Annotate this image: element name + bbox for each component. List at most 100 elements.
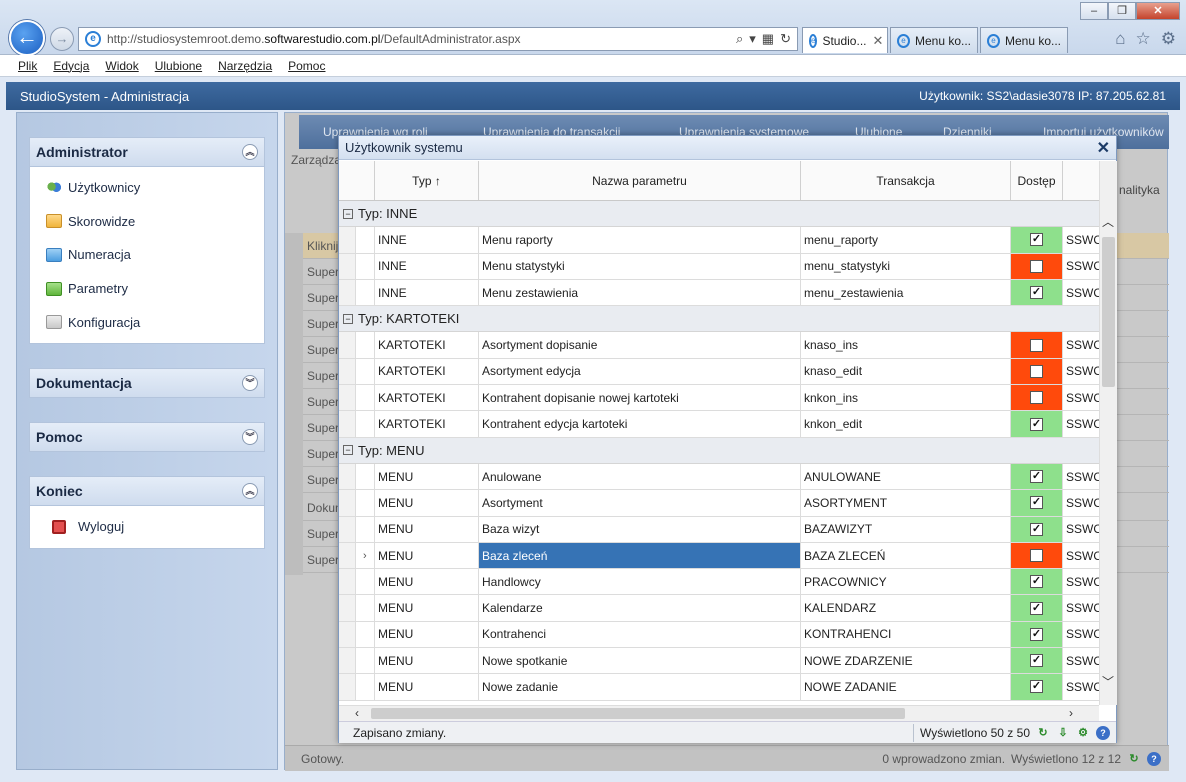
- column-header-typ[interactable]: Typ ↑: [375, 161, 479, 200]
- cell-transakcja[interactable]: NOWE ZADANIE: [801, 674, 1011, 700]
- cell-transakcja[interactable]: BAZAWIZYT: [801, 516, 1011, 542]
- settings-icon[interactable]: ⚙: [1076, 726, 1090, 740]
- table-row[interactable]: INNEMenu statystykimenu_statystyki SSWO: [339, 253, 1099, 280]
- cell-nazwa[interactable]: Anulowane: [479, 463, 801, 490]
- cell-dostep[interactable]: ✓: [1011, 463, 1063, 490]
- table-row[interactable]: KARTOTEKIAsortyment edycjaknaso_edit SSWO: [339, 358, 1099, 386]
- cell-typ[interactable]: MENU: [375, 569, 479, 595]
- cell-transakcja[interactable]: PRACOWNICY: [801, 569, 1011, 595]
- expand-down-icon[interactable]: ︾: [242, 428, 258, 445]
- row-indicator[interactable]: [339, 648, 375, 674]
- cell-dostep[interactable]: ✓: [1011, 516, 1063, 542]
- cell-typ[interactable]: KARTOTEKI: [375, 411, 479, 437]
- access-checkbox[interactable]: ✓: [1030, 680, 1043, 694]
- menu-widok[interactable]: Widok: [105, 59, 138, 73]
- compat-icon[interactable]: ▦: [762, 31, 774, 47]
- access-checkbox[interactable]: ✓: [1030, 627, 1043, 641]
- favorites-star-icon[interactable]: ☆: [1136, 29, 1151, 49]
- vertical-scrollbar[interactable]: ︿ ﹀: [1099, 161, 1117, 705]
- table-row[interactable]: MENUBaza wizytBAZAWIZYT ✓ SSWO: [339, 516, 1099, 543]
- horizontal-scrollbar[interactable]: ‹ ›: [339, 705, 1099, 721]
- access-checkbox[interactable]: [1030, 338, 1043, 352]
- cell-nazwa[interactable]: Handlowcy: [479, 569, 801, 595]
- cell-typ[interactable]: KARTOTEKI: [375, 358, 479, 385]
- collapse-group-icon[interactable]: −: [343, 313, 353, 324]
- cell-typ[interactable]: MENU: [375, 490, 479, 516]
- scroll-thumb[interactable]: [371, 708, 905, 719]
- refresh-icon[interactable]: ↻: [780, 31, 791, 47]
- sidebar-item-skorowidze[interactable]: Skorowidze: [30, 205, 264, 239]
- cell-typ[interactable]: MENU: [375, 463, 479, 490]
- sidebar-item-numeracja[interactable]: Numeracja: [30, 238, 264, 272]
- help-icon[interactable]: ?: [1147, 751, 1161, 766]
- access-checkbox[interactable]: [1030, 549, 1043, 562]
- scroll-left-icon[interactable]: ‹: [355, 706, 359, 720]
- refresh-icon[interactable]: ↻: [1036, 726, 1050, 740]
- table-row[interactable]: MENUAnulowaneANULOWANE ✓ SSWO: [339, 463, 1099, 491]
- maximize-button[interactable]: ❐: [1108, 2, 1136, 20]
- cell-nazwa[interactable]: Baza zleceń: [479, 542, 801, 569]
- cell-transakcja[interactable]: menu_raporty: [801, 227, 1011, 253]
- cell-typ[interactable]: MENU: [375, 648, 479, 674]
- collapse-group-icon[interactable]: −: [343, 445, 353, 456]
- table-row[interactable]: INNE Menu zestawienia menu_zestawienia ✓ SSW…: [339, 279, 1099, 307]
- cell-dostep[interactable]: ✓: [1011, 490, 1063, 516]
- forward-button[interactable]: →: [50, 27, 74, 51]
- table-row[interactable]: KARTOTEKI Asortyment dopisanie knaso_ins SS…: [339, 332, 1099, 359]
- cell-dostep[interactable]: ✓: [1011, 621, 1063, 648]
- cell-dostep[interactable]: ✓: [1011, 279, 1063, 306]
- cell-transakcja[interactable]: menu_statystyki: [801, 253, 1011, 279]
- home-icon[interactable]: ⌂: [1115, 29, 1125, 49]
- group-row[interactable]: − Typ: KARTOTEKI: [339, 306, 1099, 333]
- row-indicator[interactable]: [339, 411, 375, 437]
- close-tab-icon[interactable]: ✕: [872, 33, 883, 49]
- cell-transakcja[interactable]: knkon_edit: [801, 411, 1011, 437]
- row-indicator[interactable]: [339, 332, 375, 358]
- row-indicator[interactable]: [339, 463, 375, 490]
- cell-typ[interactable]: MENU: [375, 621, 479, 648]
- cell-n[interactable]: SSWO: [1063, 227, 1099, 252]
- cell-transakcja[interactable]: knaso_edit: [801, 358, 1011, 385]
- access-checkbox[interactable]: [1030, 391, 1043, 405]
- cell-dostep[interactable]: [1011, 358, 1063, 385]
- cell-n[interactable]: SSWO: [1063, 595, 1099, 620]
- cell-transakcja[interactable]: BAZA ZLECEŃ: [801, 542, 1011, 569]
- logout-item[interactable]: Wyloguj: [30, 510, 264, 544]
- column-header-n[interactable]: N: [1063, 161, 1099, 200]
- cell-n[interactable]: SSWO: [1063, 622, 1099, 647]
- cell-nazwa[interactable]: Kontrahent edycja kartoteki: [479, 411, 801, 437]
- menu-plik[interactable]: Plik: [18, 59, 37, 73]
- access-checkbox[interactable]: ✓: [1030, 417, 1043, 431]
- cell-n[interactable]: SSWO: [1063, 674, 1099, 699]
- row-indicator[interactable]: ›: [339, 542, 375, 569]
- cell-dostep[interactable]: ✓: [1011, 569, 1063, 595]
- cell-dostep[interactable]: ✓: [1011, 674, 1063, 700]
- scroll-thumb[interactable]: [1102, 237, 1115, 387]
- refresh-icon[interactable]: ↻: [1127, 752, 1141, 766]
- cell-dostep[interactable]: ✓: [1011, 411, 1063, 437]
- column-header-transakcja[interactable]: Transakcja: [801, 161, 1011, 200]
- cell-typ[interactable]: MENU: [375, 516, 479, 542]
- menu-edycja[interactable]: Edycja: [53, 59, 89, 73]
- dropdown-icon[interactable]: ▾: [749, 31, 756, 47]
- row-indicator[interactable]: [339, 279, 375, 306]
- access-checkbox[interactable]: ✓: [1030, 496, 1043, 510]
- export-icon[interactable]: ⇩: [1056, 726, 1070, 740]
- cell-nazwa[interactable]: Asortyment dopisanie: [479, 332, 801, 358]
- panel-header[interactable]: Dokumentacja ︾: [29, 367, 265, 398]
- row-indicator[interactable]: [339, 621, 375, 648]
- cell-dostep[interactable]: [1011, 385, 1063, 411]
- column-header-nazwa[interactable]: Nazwa parametru: [479, 161, 801, 200]
- expand-down-icon[interactable]: ︾: [242, 374, 258, 391]
- address-bar[interactable]: e http://studiosystemroot.demo.softwares…: [78, 27, 798, 51]
- browser-tab-3[interactable]: e Menu ko...: [980, 27, 1068, 53]
- access-checkbox[interactable]: ✓: [1030, 286, 1043, 300]
- row-indicator[interactable]: [339, 385, 375, 411]
- sidebar-item-parametry[interactable]: Parametry: [30, 272, 264, 306]
- cell-nazwa[interactable]: Kalendarze: [479, 595, 801, 621]
- cell-n[interactable]: SSWO: [1063, 385, 1099, 410]
- collapse-group-icon[interactable]: −: [343, 208, 353, 219]
- table-row[interactable]: MENUNowe zadanieNOWE ZADANIE ✓ SSWO: [339, 674, 1099, 701]
- collapse-up-icon[interactable]: ︽: [242, 482, 258, 499]
- cell-nazwa[interactable]: Menu statystyki: [479, 253, 801, 279]
